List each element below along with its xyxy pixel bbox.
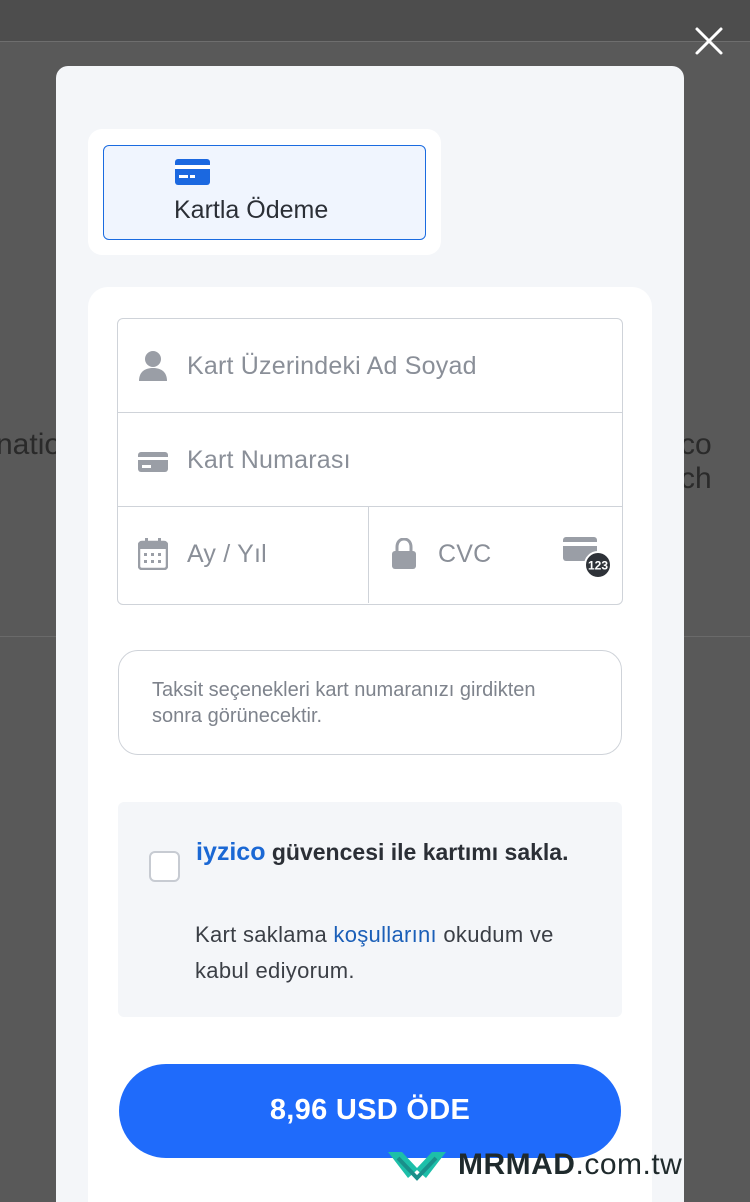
tab-card-payment[interactable]: Kartla Ödeme (103, 145, 426, 240)
payment-method-tabs: Kartla Ödeme (88, 129, 441, 255)
watermark-text: MRMAD.com.tw (458, 1148, 682, 1182)
background-header (0, 0, 750, 42)
terms-text-before: Kart saklama (195, 922, 334, 947)
expiry-placeholder: Ay / Yıl (187, 540, 267, 568)
cardholder-name-field[interactable]: Kart Üzerindeki Ad Soyad (118, 319, 622, 412)
terms-link[interactable]: koşullarını (333, 922, 437, 947)
save-card-terms: Kart saklama koşullarını okudum ve kabul… (195, 917, 605, 989)
tab-label: Kartla Ödeme (174, 196, 329, 224)
mrmad-logo-icon (388, 1152, 446, 1181)
watermark-domain: .com.tw (575, 1148, 683, 1181)
name-row: Kart Üzerindeki Ad Soyad (118, 319, 622, 413)
background-text-right: co ch (680, 428, 712, 495)
card-fields-group: Kart Üzerindeki Ad Soyad Kart Numarası A… (117, 318, 623, 605)
save-card-title-text: güvencesi ile kartımı sakla. (265, 839, 569, 865)
iyzico-brand: iyzico (196, 838, 266, 866)
expiry-cvc-row: Ay / Yıl CVC 123 (118, 507, 622, 603)
card-icon (138, 452, 168, 472)
cardholder-name-placeholder: Kart Üzerindeki Ad Soyad (187, 352, 477, 380)
cvc-badge-text: 123 (588, 559, 608, 573)
installment-note: Taksit seçenekleri kart numaranızı girdi… (152, 679, 536, 727)
watermark-brand: MRMAD (458, 1148, 576, 1181)
card-number-placeholder: Kart Numarası (187, 446, 351, 474)
cvc-placeholder: CVC (438, 540, 492, 568)
calendar-icon (138, 538, 168, 570)
user-icon (139, 351, 167, 381)
credit-card-icon (175, 159, 210, 185)
cvc-hint-icon: 123 (563, 537, 612, 579)
save-card-checkbox[interactable] (149, 851, 180, 882)
close-button[interactable] (690, 22, 728, 60)
close-icon (695, 27, 723, 55)
watermark: MRMAD.com.tw (386, 1146, 686, 1186)
pay-button-label: 8,96 USD ÖDE (269, 1094, 471, 1126)
save-card-title: iyzico güvencesi ile kartımı sakla. (196, 836, 596, 869)
installment-info: Taksit seçenekleri kart numaranızı girdi… (118, 650, 622, 755)
lock-icon (392, 538, 416, 569)
expiry-field[interactable]: Ay / Yıl (118, 507, 369, 603)
background-text-left: natio (0, 428, 62, 461)
pay-button[interactable]: 8,96 USD ÖDE (119, 1064, 621, 1158)
payment-modal: Kartla Ödeme Kart Üzerindeki Ad Soyad Ka… (56, 66, 684, 1202)
card-form-panel: Kart Üzerindeki Ad Soyad Kart Numarası A… (88, 287, 652, 1202)
number-row: Kart Numarası (118, 413, 622, 507)
card-number-field[interactable]: Kart Numarası (118, 413, 622, 506)
save-card-section: iyzico güvencesi ile kartımı sakla. Kart… (118, 802, 622, 1017)
cvc-field[interactable]: CVC 123 (369, 507, 622, 603)
